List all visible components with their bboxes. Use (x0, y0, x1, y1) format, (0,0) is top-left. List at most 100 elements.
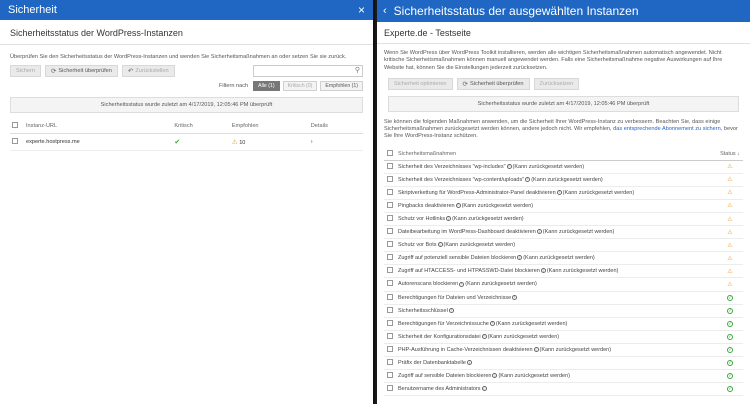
measure-name: Sicherheitsschlüssel (398, 307, 448, 314)
row-checkbox[interactable] (387, 254, 393, 261)
row-checkbox[interactable] (387, 241, 393, 248)
check-circle-icon: ✓ (727, 294, 733, 301)
table-row[interactable]: Dateibearbeitung im WordPress-Dashboard … (384, 226, 743, 240)
left-panel-subtitle: Sicherheitsstatus der WordPress-Instanze… (0, 20, 373, 45)
check-security-button-right[interactable]: ⟳ Sicherheit überprüfen (456, 77, 530, 90)
table-row[interactable]: Skriptverkettung für WordPress-Administr… (384, 187, 743, 200)
select-all-measures-checkbox[interactable] (387, 150, 393, 157)
row-checkbox[interactable] (387, 280, 393, 287)
info-icon[interactable]: i (525, 176, 531, 182)
row-checkbox[interactable] (387, 385, 393, 392)
row-checkbox[interactable] (387, 293, 393, 300)
row-checkbox[interactable] (387, 332, 393, 339)
info-icon[interactable]: i (506, 163, 512, 169)
info-icon[interactable]: i (489, 320, 495, 326)
row-checkbox[interactable] (387, 359, 393, 366)
table-row[interactable]: Berechtigungen für Verzeichnissuche i (Kan… (384, 318, 743, 331)
row-checkbox[interactable] (12, 138, 18, 145)
measure-name: Schutz vor Bots (398, 242, 437, 249)
row-checkbox[interactable] (387, 267, 393, 274)
resettable-note: (Kann zurückgesetzt werden) (531, 176, 603, 183)
col-measure: Sicherheitsmaßnahmen (398, 151, 457, 158)
info-icon[interactable]: i (517, 255, 523, 261)
info-icon[interactable]: i (540, 268, 546, 274)
left-status-message: Sicherheitsstatus wurde zuletzt am 4/17/… (10, 97, 363, 114)
info-icon[interactable]: i (492, 373, 498, 379)
table-row[interactable]: Schutz vor Bots i (Kann zurückgesetzt werd… (384, 239, 743, 253)
table-row[interactable]: experte.hostpress.me ✔ ⚠ 10 › (10, 133, 363, 152)
resettable-note: (Kann zurückgesetzt werden) (487, 333, 560, 340)
warning-icon: ⚠ (727, 255, 733, 262)
table-row[interactable]: PHP-Ausführung in Cache-Verzeichnissen d… (384, 344, 743, 357)
undo-icon: ↶ (127, 68, 134, 76)
row-checkbox[interactable] (387, 188, 393, 195)
row-checkbox[interactable] (387, 175, 393, 182)
back-arrow-icon[interactable]: ‹ (383, 5, 387, 17)
table-row[interactable]: Präfix der Datenbanktabelle i ✓ (384, 357, 743, 371)
info-icon[interactable]: i (455, 202, 461, 208)
resettable-note: (Kann zurückgesetzt werden) (498, 373, 570, 380)
secure-button[interactable]: Sichern (10, 65, 41, 78)
table-row[interactable]: Berechtigungen für Dateien und Verzeichn… (384, 292, 743, 305)
filter-critical[interactable]: Kritisch (0) (282, 81, 318, 92)
search-input[interactable]: ⚲ (253, 65, 363, 78)
table-row[interactable]: Pingbacks deaktivieren i (Kann zurückgeset… (384, 200, 743, 213)
row-checkbox[interactable] (387, 215, 393, 222)
select-all-checkbox[interactable] (12, 122, 18, 129)
check-circle-icon: ✓ (727, 333, 733, 340)
info-icon[interactable]: i (481, 333, 487, 339)
close-icon[interactable]: × (358, 3, 365, 17)
info-icon[interactable]: i (512, 294, 518, 300)
warning-icon: ⚠ (727, 268, 733, 275)
table-row[interactable]: Autorenscans blockieren i (Kann zurückgese… (384, 278, 743, 292)
check-circle-icon: ✓ (727, 307, 733, 314)
resettable-note: (Kann zurückgesetzt werden) (461, 202, 534, 209)
warning-icon: ⚠ (727, 229, 733, 236)
row-checkbox[interactable] (387, 306, 393, 313)
table-row[interactable]: Benutzername des Administrators i ✓ (384, 383, 743, 397)
table-row[interactable]: Zugriff auf potenziell sensible Dateien … (384, 252, 743, 266)
info-icon[interactable]: i (459, 281, 465, 287)
resettable-note: (Kann zurückgesetzt werden) (562, 189, 635, 196)
check-circle-icon: ✓ (727, 320, 733, 327)
subscription-link[interactable]: das entsprechende Abonnement zu sichern (613, 126, 721, 132)
measure-name: Sicherheit des Verzeichnisses "wp-includ… (398, 163, 506, 170)
table-row[interactable]: Schutz vor Hotlinks i (Kann zurückgesetzt … (384, 213, 743, 227)
row-checkbox[interactable] (387, 228, 393, 235)
row-checkbox[interactable] (387, 162, 393, 169)
info-icon[interactable]: i (481, 386, 487, 392)
measure-name: Sicherheit der Konfigurationsdatei (398, 333, 481, 340)
table-row[interactable]: Sicherheitsschlüssel i ✓ (384, 305, 743, 318)
col-status-sort[interactable]: Status ↓ (717, 151, 743, 157)
reset-button[interactable]: Zurücksetzen (533, 77, 580, 90)
right-panel-header: ‹ Sicherheitsstatus der ausgewählten Ins… (377, 0, 750, 22)
warning-icon: ⚠ (727, 190, 733, 197)
filter-all[interactable]: Alle (1) (253, 81, 280, 92)
info-icon[interactable]: i (466, 360, 472, 366)
chevron-right-icon[interactable]: › (311, 139, 313, 145)
row-checkbox[interactable] (387, 319, 393, 326)
info-icon[interactable]: i (556, 189, 562, 195)
info-icon[interactable]: i (448, 307, 454, 313)
row-checkbox[interactable] (387, 201, 393, 208)
info-icon[interactable]: i (533, 347, 539, 352)
info-icon[interactable]: i (536, 229, 542, 235)
optimize-security-button[interactable]: Sicherheit optimieren (388, 77, 453, 90)
table-row[interactable]: Zugriff auf sensible Dateien blockieren i… (384, 370, 743, 384)
check-security-button[interactable]: ⟳ Sicherheit überprüfen (44, 65, 118, 78)
table-row[interactable]: Sicherheit des Verzeichnisses "wp-conten… (384, 174, 743, 187)
measures-table: Sicherheitsmaßnahmen Status ↓ Sicherheit… (384, 149, 743, 397)
measure-name: Berechtigungen für Verzeichnissuche (398, 320, 489, 327)
instance-name: Experte.de - Testseite (377, 22, 750, 44)
row-checkbox[interactable] (387, 345, 393, 352)
instance-url[interactable]: experte.hostpress.me (24, 133, 173, 152)
row-checkbox[interactable] (387, 372, 393, 379)
info-icon[interactable]: i (446, 216, 452, 222)
filter-recommended[interactable]: Empfohlen (1) (320, 81, 363, 92)
revert-button[interactable]: ↶ Zurückstellen (121, 65, 175, 78)
info-icon[interactable]: i (437, 242, 443, 248)
table-row[interactable]: Sicherheit des Verzeichnisses "wp-includ… (384, 161, 743, 174)
table-row[interactable]: Zugriff auf HTACCESS- und HTPASSWD-Datei… (384, 265, 743, 279)
measures-header: Sicherheitsmaßnahmen Status ↓ (384, 149, 743, 161)
table-row[interactable]: Sicherheit der Konfigurationsdatei i (Kann… (384, 331, 743, 344)
